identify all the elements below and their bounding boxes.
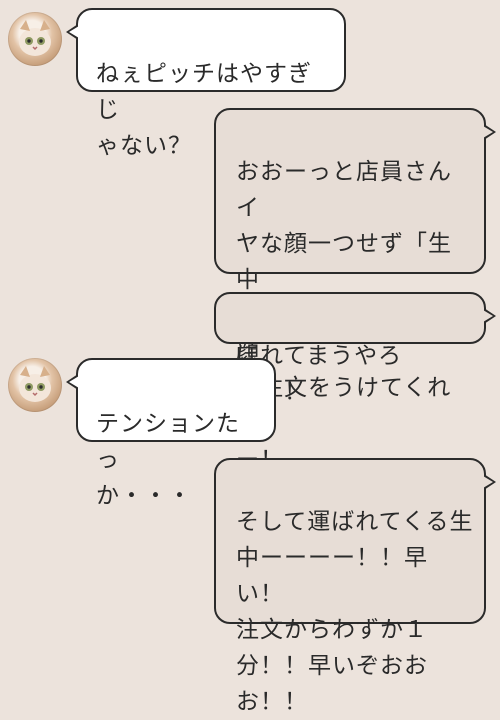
cat-avatar-icon <box>19 20 51 56</box>
message-bubble-me[interactable]: そして運ばれてくる生 中ーーーー！！早い！ 注文からわずか１ 分！！早いぞおお … <box>214 458 496 715</box>
message-text: そして運ばれてくる生 中ーーーー！！早い！ 注文からわずか１ 分！！早いぞおお … <box>236 509 474 715</box>
message-bubble-friend[interactable]: ねぇピッチはやすぎじ ゃない？ <box>66 8 346 159</box>
cat-avatar-icon <box>19 366 51 402</box>
message-bubble-friend[interactable]: テンションたっ か・・・ <box>66 358 276 509</box>
message-bubble-me[interactable]: ほれてまうやろー！！ <box>214 292 496 405</box>
friend-avatar[interactable] <box>8 358 62 412</box>
message-bubble-me[interactable]: おおーっと店員さんイ ヤな顔一つせず「生中 １つですね！」と笑顔 で注文をうけて… <box>214 108 496 473</box>
chat-thread: ねぇピッチはやすぎじ ゃない？ おおーっと店員さんイ ヤな顔一つせず「生中 １つ… <box>0 0 500 715</box>
friend-avatar[interactable] <box>8 12 62 66</box>
